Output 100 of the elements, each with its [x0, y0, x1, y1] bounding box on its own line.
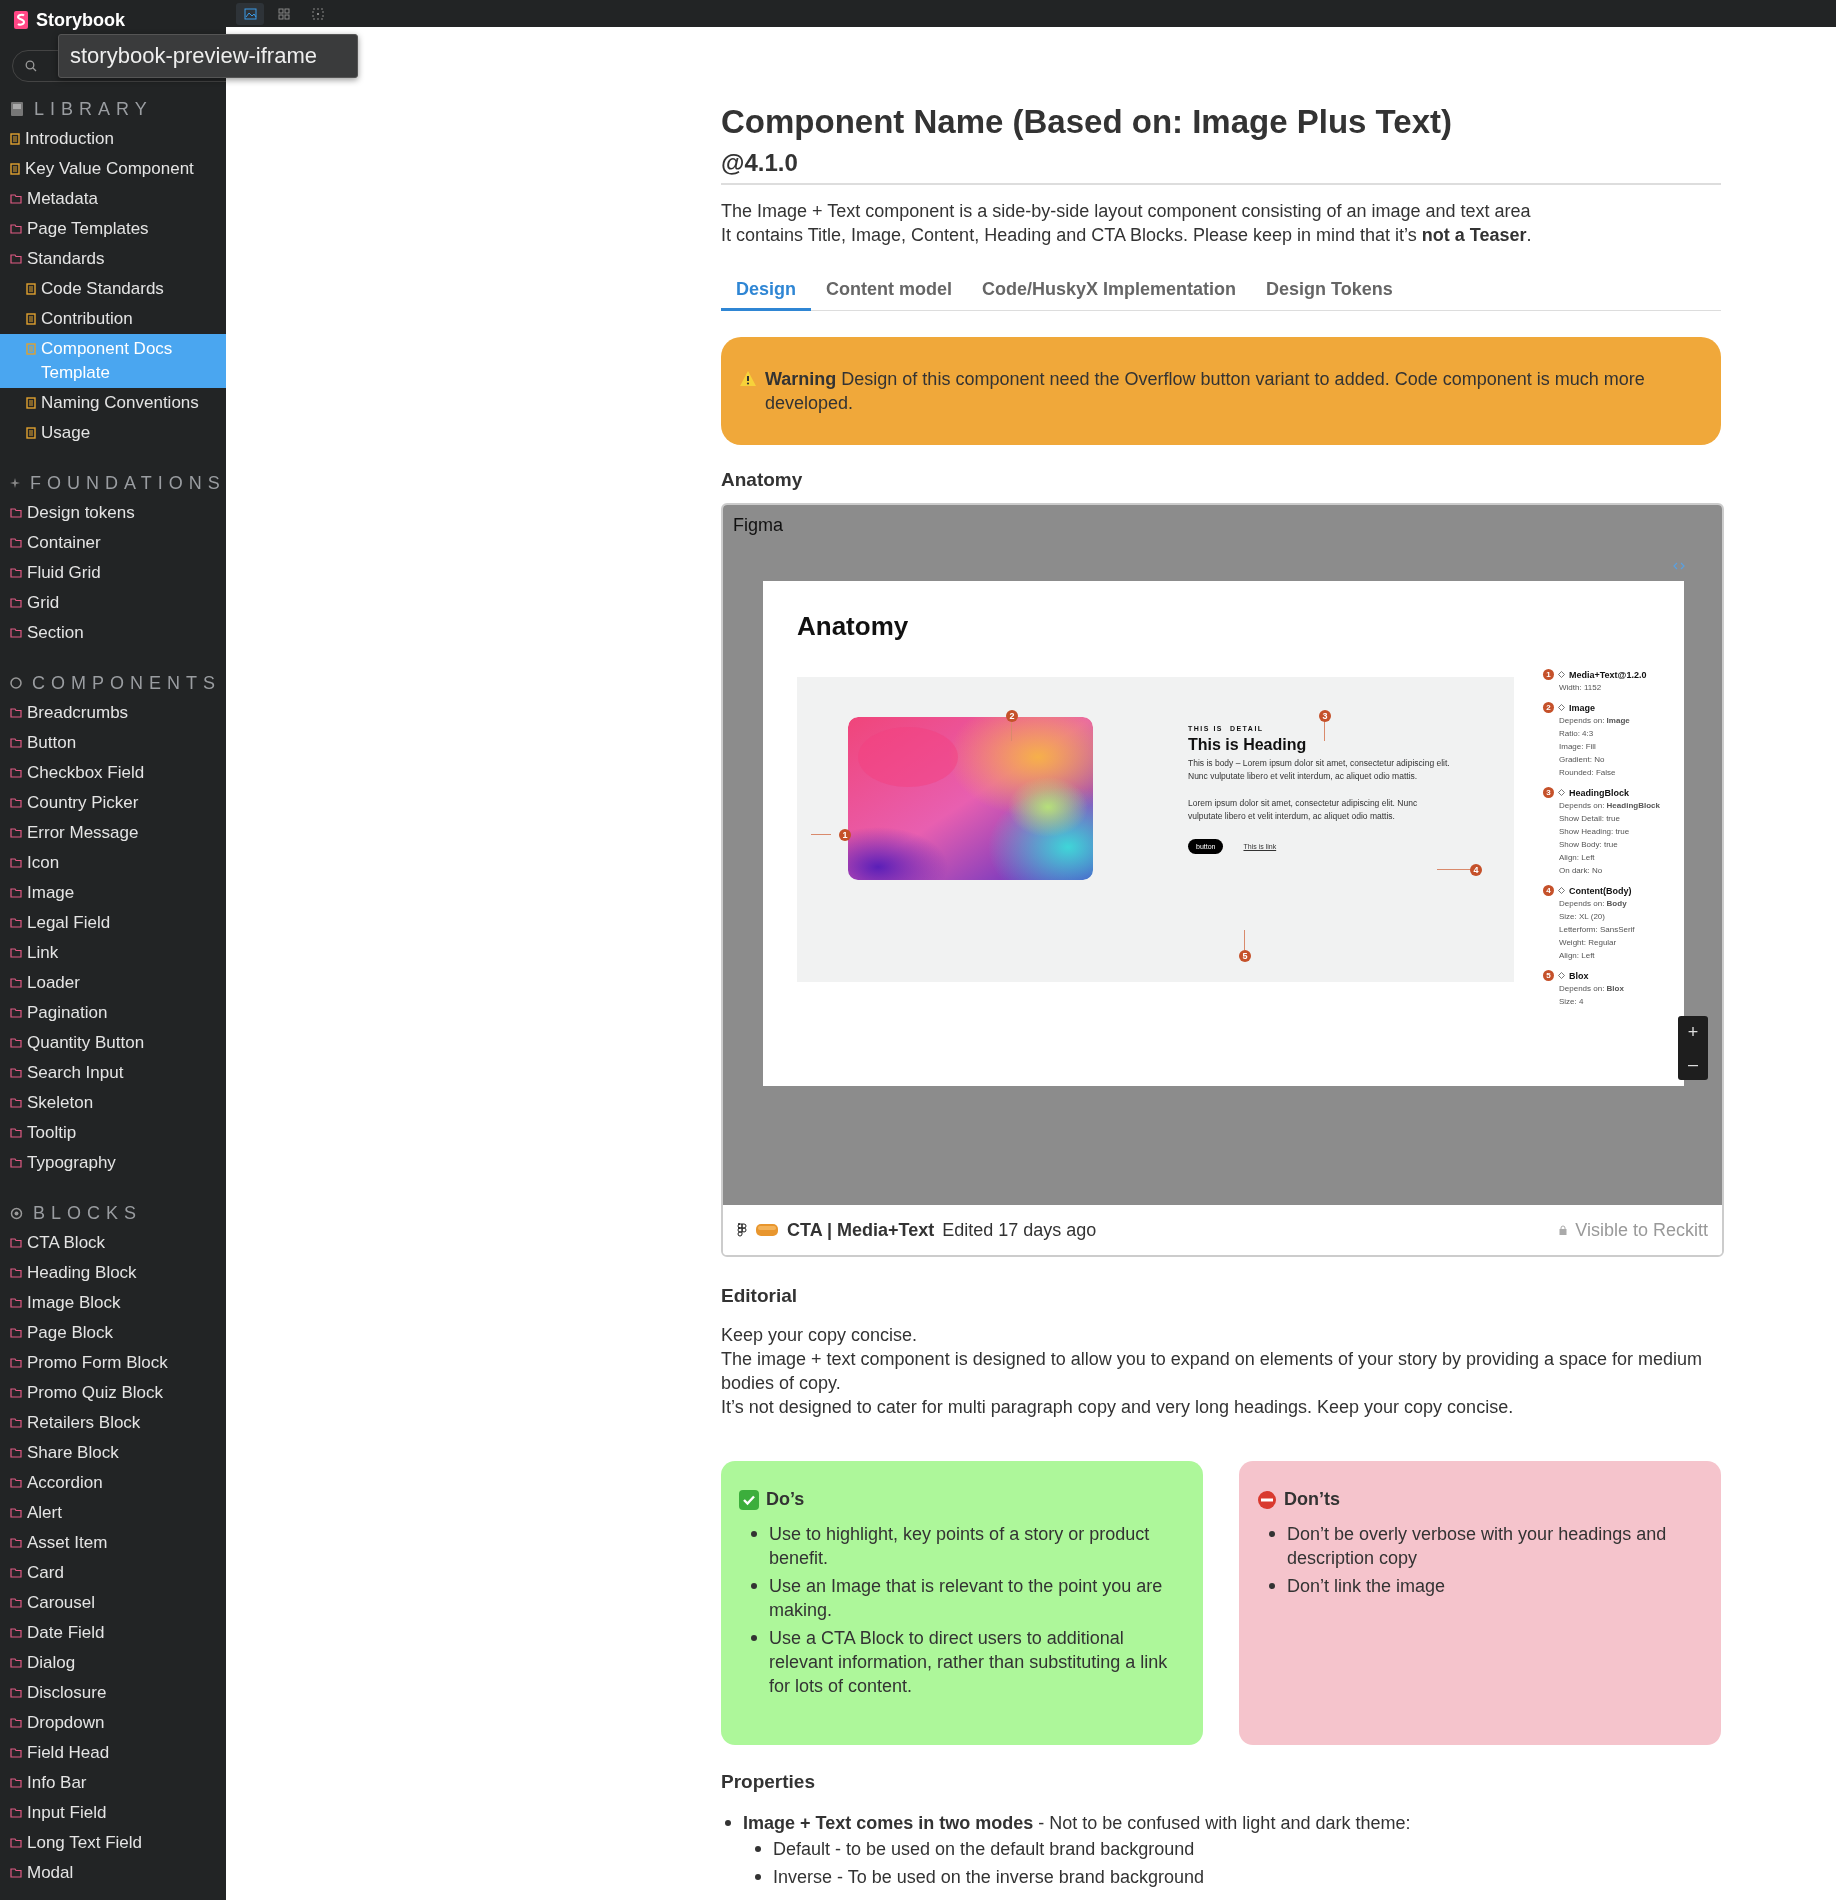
- sidebar-item[interactable]: Page Block: [0, 1318, 226, 1348]
- sidebar-item[interactable]: Loader: [0, 968, 226, 998]
- folder-icon: [10, 598, 22, 608]
- card-title: Don’ts: [1284, 1489, 1340, 1510]
- legend-property: Width: 1152: [1559, 683, 1603, 693]
- sidebar-item[interactable]: Long Text Field: [0, 1828, 226, 1858]
- sidebar-item[interactable]: Search Input: [0, 1058, 226, 1088]
- intro-text: It contains Title, Image, Content, Heading and CTA Blocks. Please keep in mind that it’s not a Teaser.: [721, 224, 1533, 247]
- sidebar-item[interactable]: Page Templates: [0, 214, 226, 244]
- zoom-button[interactable]: +: [1678, 1016, 1708, 1048]
- sidebar-item[interactable]: Quantity Button: [0, 1028, 226, 1058]
- document-icon: [26, 427, 36, 439]
- folder-icon: [10, 888, 22, 898]
- sidebar-item[interactable]: Image: [0, 878, 226, 908]
- number-marker: 2: [1006, 710, 1018, 722]
- version-label: @4.1.0: [721, 149, 1721, 185]
- sidebar-item[interactable]: Section: [0, 618, 226, 648]
- sidebar-item[interactable]: Skeleton: [0, 1088, 226, 1118]
- folder-icon: [10, 1478, 22, 1488]
- guideline-item: Don’t be overly verbose with your headings and description copy: [1287, 1523, 1668, 1570]
- sidebar-item[interactable]: Input Field: [0, 1798, 226, 1828]
- sidebar-item[interactable]: Carousel: [0, 1588, 226, 1618]
- sidebar-item[interactable]: Dropdown: [0, 1708, 226, 1738]
- sidebar-item[interactable]: Key Value Component: [0, 154, 226, 184]
- editorial-text: It’s not designed to cater for multi paragraph copy and very long headings. Keep your copy concise.: [721, 1396, 1515, 1419]
- tab[interactable]: Content model: [811, 273, 967, 311]
- document-icon: [26, 343, 36, 355]
- sidebar-item[interactable]: Info Bar: [0, 1768, 226, 1798]
- sidebar-item[interactable]: Heading Block: [0, 1258, 226, 1288]
- sidebar-item[interactable]: Button: [0, 728, 226, 758]
- sidebar-item[interactable]: Field Head: [0, 1738, 226, 1768]
- folder-icon: [10, 1038, 22, 1048]
- tab[interactable]: Code/HuskyX Implementation: [967, 273, 1252, 311]
- sidebar-item[interactable]: Tooltip: [0, 1118, 226, 1148]
- sidebar-item[interactable]: Code Standards: [0, 274, 226, 304]
- sidebar-item[interactable]: CTA Block: [0, 1228, 226, 1258]
- tab[interactable]: Design: [721, 273, 811, 311]
- folder-icon: [10, 194, 22, 204]
- circle-icon: [10, 677, 22, 689]
- file-name: CTA | Media+Text: [787, 1219, 935, 1241]
- folder-icon: [10, 1268, 22, 1278]
- outline-icon: [312, 7, 324, 20]
- sidebar-item[interactable]: Checkbox Field: [0, 758, 226, 788]
- sidebar-item[interactable]: Breadcrumbs: [0, 698, 226, 728]
- sidebar-item[interactable]: Fluid Grid: [0, 558, 226, 588]
- zoom-button[interactable]: –: [1678, 1048, 1708, 1080]
- artboard-title: Anatomy: [797, 611, 909, 642]
- sidebar-item[interactable]: Disclosure: [0, 1678, 226, 1708]
- sidebar-item[interactable]: Modal: [0, 1858, 226, 1888]
- sidebar-item[interactable]: Alert: [0, 1498, 226, 1528]
- sidebar-item[interactable]: Asset Item: [0, 1528, 226, 1558]
- section-heading: Properties: [721, 1771, 816, 1793]
- sidebar-item[interactable]: Promo Form Block: [0, 1348, 226, 1378]
- sidebar-item[interactable]: Naming Conventions: [0, 388, 226, 418]
- document-icon: [10, 133, 20, 145]
- guideline-item: Use a CTA Block to direct users to additional relevant information, rather than substituting a link for lots of content.: [769, 1627, 1169, 1698]
- code-icon: [1673, 562, 1685, 570]
- sidebar-item[interactable]: Design tokens: [0, 498, 226, 528]
- legend-title: Blox: [1569, 970, 1589, 981]
- legend-property: Show Detail: true: [1559, 814, 1621, 824]
- sidebar-item[interactable]: Container: [0, 528, 226, 558]
- sidebar-item[interactable]: Share Block: [0, 1438, 226, 1468]
- folder-icon: [10, 828, 22, 838]
- sidebar-item[interactable]: Retailers Block: [0, 1408, 226, 1438]
- bullet-icon: [725, 1820, 731, 1826]
- sidebar-item[interactable]: Standards: [0, 244, 226, 274]
- legend-property: Show Body: true: [1559, 840, 1619, 850]
- number-marker: 1: [1543, 669, 1554, 680]
- sidebar-item[interactable]: Icon: [0, 848, 226, 878]
- folder-icon: [10, 1838, 22, 1848]
- sidebar-item[interactable]: Link: [0, 938, 226, 968]
- sidebar-item[interactable]: Metadata: [0, 184, 226, 214]
- book-icon: [10, 101, 24, 117]
- sidebar-item[interactable]: Accordion: [0, 1468, 226, 1498]
- sidebar-item[interactable]: Error Message: [0, 818, 226, 848]
- number-marker: 5: [1239, 950, 1251, 962]
- storybook-logo-icon: [14, 11, 28, 29]
- sidebar-item[interactable]: Typography: [0, 1148, 226, 1178]
- leader-line: [1244, 930, 1245, 950]
- sidebar-item[interactable]: Grid: [0, 588, 226, 618]
- edited-time: Edited 17 days ago: [942, 1219, 1097, 1241]
- folder-icon: [10, 978, 22, 988]
- sidebar-item[interactable]: Image Block: [0, 1288, 226, 1318]
- sidebar-item[interactable]: Pagination: [0, 998, 226, 1028]
- sidebar-item[interactable]: Contribution: [0, 304, 226, 334]
- file-icon: [755, 1222, 779, 1238]
- sidebar-item[interactable]: Date Field: [0, 1618, 226, 1648]
- sidebar-item[interactable]: Promo Quiz Block: [0, 1378, 226, 1408]
- section-heading: Anatomy: [721, 469, 804, 491]
- sidebar-item[interactable]: Country Picker: [0, 788, 226, 818]
- sidebar-item[interactable]: Legal Field: [0, 908, 226, 938]
- sidebar-item[interactable]: Usage: [0, 418, 226, 448]
- toolbar-button[interactable]: [236, 2, 264, 25]
- diamond-icon: [1558, 972, 1565, 979]
- preview-body: Lorem ipsum dolor sit amet, consectetur adipiscing elit. Nunc vulputate libero et velit interdum, ac aliquet odio mattis.: [1188, 797, 1418, 823]
- tab[interactable]: Design Tokens: [1251, 273, 1408, 311]
- sidebar-item[interactable]: Dialog: [0, 1648, 226, 1678]
- sidebar-item[interactable]: Introduction: [0, 124, 226, 154]
- number-marker: 3: [1543, 787, 1554, 798]
- sidebar-item[interactable]: Card: [0, 1558, 226, 1588]
